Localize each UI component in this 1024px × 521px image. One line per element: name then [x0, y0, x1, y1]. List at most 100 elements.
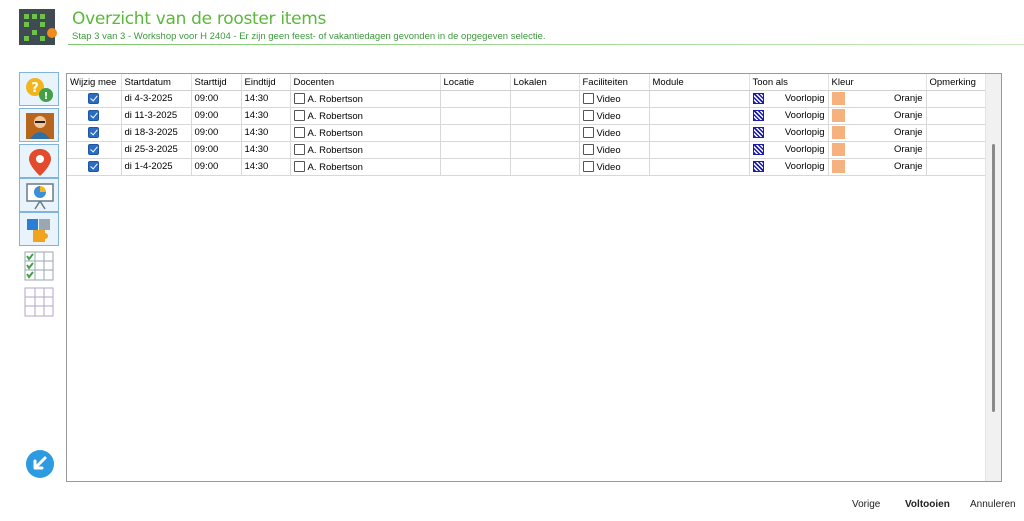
- scrollbar-thumb[interactable]: [992, 144, 995, 412]
- eindtijd-cell[interactable]: 14:30: [241, 124, 291, 142]
- docenten-cell[interactable]: A. Robertson: [290, 90, 441, 108]
- starttijd-cell[interactable]: 09:00: [191, 141, 242, 159]
- table-row[interactable]: di 11-3-2025 09:00 14:30 A. Robertson Vi…: [67, 107, 988, 125]
- starttijd-cell[interactable]: 09:00: [191, 107, 242, 125]
- toon-als-cell[interactable]: Voorlopig: [749, 90, 829, 108]
- wijzig-mee-checkbox[interactable]: [88, 160, 100, 172]
- faciliteiten-cell[interactable]: Video: [579, 141, 650, 159]
- lokalen-cell[interactable]: [510, 107, 580, 125]
- startdatum-cell[interactable]: di 4-3-2025: [121, 90, 192, 108]
- docent-checkbox[interactable]: [293, 92, 305, 104]
- faciliteiten-cell[interactable]: Video: [579, 158, 650, 176]
- wijzig-mee-cell[interactable]: [67, 107, 122, 125]
- opmerking-cell[interactable]: [926, 141, 988, 159]
- faciliteit-checkbox[interactable]: [582, 143, 594, 155]
- sidebar-item-module[interactable]: [19, 212, 59, 246]
- sidebar-item-overzicht[interactable]: [23, 250, 55, 282]
- locatie-cell[interactable]: [440, 141, 511, 159]
- column-header-starttijd[interactable]: Starttijd: [191, 74, 242, 91]
- module-cell[interactable]: [649, 107, 750, 125]
- locatie-cell[interactable]: [440, 124, 511, 142]
- column-header-startdatum[interactable]: Startdatum: [121, 74, 192, 91]
- opmerking-cell[interactable]: [926, 158, 988, 176]
- eindtijd-cell[interactable]: 14:30: [241, 90, 291, 108]
- lokalen-cell[interactable]: [510, 141, 580, 159]
- sidebar-item-locatie[interactable]: [19, 144, 59, 178]
- module-cell[interactable]: [649, 124, 750, 142]
- column-header-docenten[interactable]: Docenten: [290, 74, 441, 91]
- locatie-cell[interactable]: [440, 158, 511, 176]
- wijzig-mee-cell[interactable]: [67, 90, 122, 108]
- eindtijd-cell[interactable]: 14:30: [241, 158, 291, 176]
- startdatum-cell[interactable]: di 11-3-2025: [121, 107, 192, 125]
- faciliteiten-cell[interactable]: Video: [579, 107, 650, 125]
- column-header-opmerking[interactable]: Opmerking: [926, 74, 988, 91]
- toon-als-cell[interactable]: Voorlopig: [749, 107, 829, 125]
- opmerking-cell[interactable]: [926, 90, 988, 108]
- docenten-cell[interactable]: A. Robertson: [290, 158, 441, 176]
- table-row[interactable]: di 1-4-2025 09:00 14:30 A. Robertson Vid…: [67, 158, 988, 176]
- kleur-cell[interactable]: Oranje: [828, 107, 927, 125]
- kleur-cell[interactable]: Oranje: [828, 141, 927, 159]
- docent-checkbox[interactable]: [293, 109, 305, 121]
- faciliteit-checkbox[interactable]: [582, 126, 594, 138]
- sidebar-item-faciliteiten[interactable]: [19, 178, 59, 212]
- module-cell[interactable]: [649, 141, 750, 159]
- wijzig-mee-cell[interactable]: [67, 124, 122, 142]
- kleur-cell[interactable]: Oranje: [828, 158, 927, 176]
- lokalen-cell[interactable]: [510, 158, 580, 176]
- wijzig-mee-checkbox[interactable]: [88, 143, 100, 155]
- table-row[interactable]: di 4-3-2025 09:00 14:30 A. Robertson Vid…: [67, 90, 988, 108]
- wijzig-mee-checkbox[interactable]: [88, 92, 100, 104]
- sidebar-item-docenten[interactable]: [19, 108, 59, 142]
- docenten-cell[interactable]: A. Robertson: [290, 141, 441, 159]
- table-row[interactable]: di 25-3-2025 09:00 14:30 A. Robertson Vi…: [67, 141, 988, 159]
- faciliteit-checkbox[interactable]: [582, 109, 594, 121]
- column-header-kleur[interactable]: Kleur: [828, 74, 927, 91]
- lokalen-cell[interactable]: [510, 90, 580, 108]
- wijzig-mee-checkbox[interactable]: [88, 109, 100, 121]
- docent-checkbox[interactable]: [293, 160, 305, 172]
- eindtijd-cell[interactable]: 14:30: [241, 107, 291, 125]
- finish-button[interactable]: Voltooien: [905, 499, 950, 510]
- column-header-eindtijd[interactable]: Eindtijd: [241, 74, 291, 91]
- docenten-cell[interactable]: A. Robertson: [290, 124, 441, 142]
- kleur-cell[interactable]: Oranje: [828, 124, 927, 142]
- column-header-toon-als[interactable]: Toon als: [749, 74, 829, 91]
- wijzig-mee-checkbox[interactable]: [88, 126, 100, 138]
- column-header-module[interactable]: Module: [649, 74, 750, 91]
- back-button[interactable]: [26, 450, 54, 478]
- column-header-lokalen[interactable]: Lokalen: [510, 74, 580, 91]
- docent-checkbox[interactable]: [293, 126, 305, 138]
- toon-als-cell[interactable]: Voorlopig: [749, 141, 829, 159]
- sidebar-item-help[interactable]: ? !: [19, 72, 59, 106]
- column-header-faciliteiten[interactable]: Faciliteiten: [579, 74, 650, 91]
- wijzig-mee-cell[interactable]: [67, 141, 122, 159]
- vertical-scrollbar[interactable]: [985, 74, 1001, 481]
- starttijd-cell[interactable]: 09:00: [191, 90, 242, 108]
- prev-button[interactable]: Vorige: [852, 499, 880, 510]
- opmerking-cell[interactable]: [926, 107, 988, 125]
- sidebar-item-leeg[interactable]: [23, 286, 55, 318]
- locatie-cell[interactable]: [440, 107, 511, 125]
- faciliteit-checkbox[interactable]: [582, 92, 594, 104]
- module-cell[interactable]: [649, 90, 750, 108]
- toon-als-cell[interactable]: Voorlopig: [749, 124, 829, 142]
- table-row[interactable]: di 18-3-2025 09:00 14:30 A. Robertson Vi…: [67, 124, 988, 142]
- startdatum-cell[interactable]: di 25-3-2025: [121, 141, 192, 159]
- faciliteiten-cell[interactable]: Video: [579, 90, 650, 108]
- kleur-cell[interactable]: Oranje: [828, 90, 927, 108]
- faciliteit-checkbox[interactable]: [582, 160, 594, 172]
- opmerking-cell[interactable]: [926, 124, 988, 142]
- column-header-wijzig-mee[interactable]: Wijzig mee: [67, 74, 122, 91]
- eindtijd-cell[interactable]: 14:30: [241, 141, 291, 159]
- lokalen-cell[interactable]: [510, 124, 580, 142]
- startdatum-cell[interactable]: di 1-4-2025: [121, 158, 192, 176]
- faciliteiten-cell[interactable]: Video: [579, 124, 650, 142]
- toon-als-cell[interactable]: Voorlopig: [749, 158, 829, 176]
- docenten-cell[interactable]: A. Robertson: [290, 107, 441, 125]
- startdatum-cell[interactable]: di 18-3-2025: [121, 124, 192, 142]
- starttijd-cell[interactable]: 09:00: [191, 158, 242, 176]
- wijzig-mee-cell[interactable]: [67, 158, 122, 176]
- column-header-locatie[interactable]: Locatie: [440, 74, 511, 91]
